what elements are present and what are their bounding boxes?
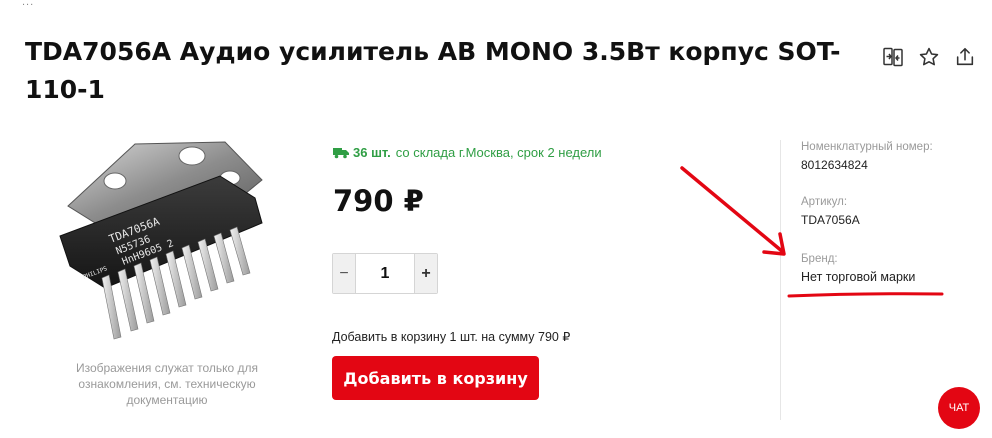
stock-quantity: 36 шт.: [353, 145, 391, 160]
nomenclature-label: Номенклатурный номер:: [801, 141, 933, 153]
annotation-underline: [787, 292, 944, 298]
chat-button[interactable]: ЧАТ: [938, 387, 980, 429]
page-title: TDA7056A Аудио усилитель АВ MONO 3.5Вт к…: [25, 37, 841, 104]
brand-label: Бренд:: [801, 253, 838, 265]
quantity-input[interactable]: 1: [355, 254, 415, 293]
price: 790 ₽: [333, 184, 424, 218]
favorite-button[interactable]: [916, 44, 942, 70]
increment-button[interactable]: +: [415, 254, 437, 293]
divider: [780, 140, 781, 420]
article-label: Артикул:: [801, 196, 848, 208]
stock-text: со склада г.Москва, срок 2 недели: [395, 145, 602, 160]
annotation-arrowhead: [762, 232, 786, 256]
share-icon: [956, 47, 974, 66]
product-image[interactable]: TDA7056A N55736 HnH9605 2 PHILIPS: [30, 128, 300, 343]
cart-summary: Добавить в корзину 1 шт. на сумму 790 ₽: [332, 330, 571, 344]
image-caption: Изображения служат только для ознакомлен…: [75, 361, 259, 407]
share-button[interactable]: [952, 44, 978, 70]
decrement-button[interactable]: −: [333, 254, 355, 293]
breadcrumb[interactable]: ...: [22, 0, 34, 8]
truck-icon: [333, 147, 349, 158]
nomenclature-value: 8012634824: [801, 158, 868, 172]
add-to-cart-button[interactable]: Добавить в корзину: [332, 356, 539, 400]
compare-button[interactable]: [880, 44, 906, 70]
stock-info: 36 шт. со склада г.Москва, срок 2 недели: [333, 145, 602, 160]
article-value: TDA7056A: [801, 213, 860, 227]
annotation-arrow: [680, 166, 785, 254]
product-actions: [880, 44, 978, 70]
star-icon: [919, 47, 939, 66]
compare-icon: [883, 47, 903, 67]
quantity-stepper: − 1 +: [332, 253, 438, 294]
brand-value: Нет торговой марки: [801, 270, 916, 284]
